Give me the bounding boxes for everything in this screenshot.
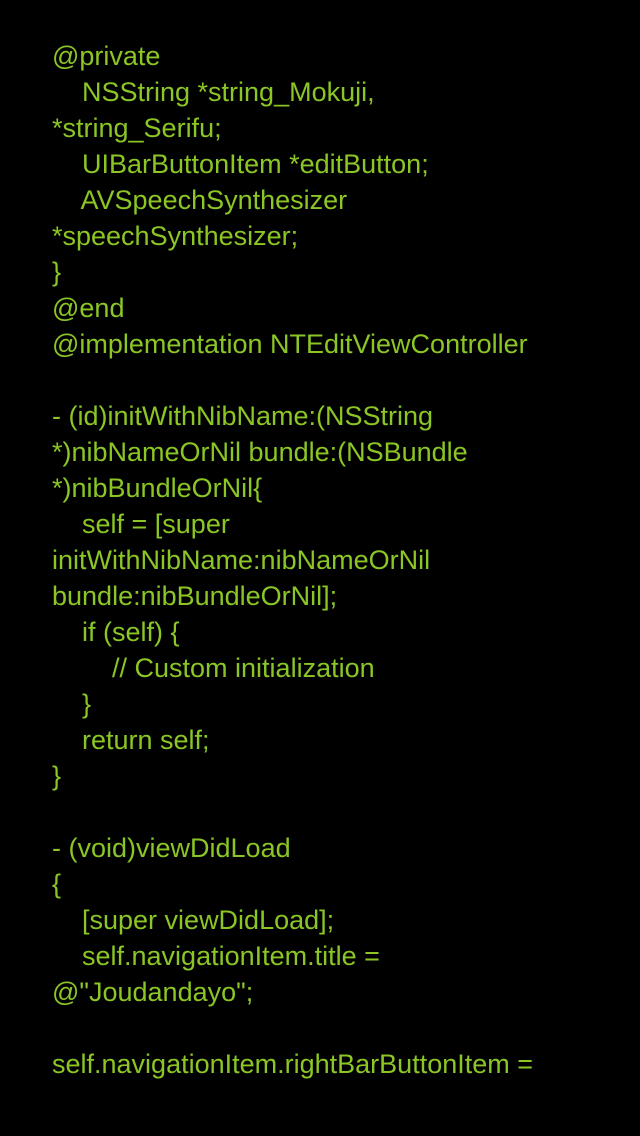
- code-line: @"Joudandayo";: [52, 977, 254, 1007]
- code-line: [super viewDidLoad];: [52, 905, 335, 935]
- code-line: }: [52, 761, 62, 791]
- code-line: *)nibNameOrNil bundle:(NSBundle: [52, 437, 468, 467]
- code-line: // Custom initialization: [52, 653, 375, 683]
- code-line: *speechSynthesizer;: [52, 221, 299, 251]
- code-line: return self;: [52, 725, 210, 755]
- code-line: - (void)viewDidLoad: [52, 833, 291, 863]
- code-line: if (self) {: [52, 617, 180, 647]
- screen: @private NSString *string_Mokuji, *strin…: [0, 0, 640, 1136]
- code-line: UIBarButtonItem *editButton;: [52, 149, 429, 179]
- code-line: @end: [52, 293, 125, 323]
- code-line: self.navigationItem.rightBarButtonItem =: [52, 1049, 534, 1079]
- code-line: {: [52, 869, 62, 899]
- code-text-view[interactable]: @private NSString *string_Mokuji, *strin…: [52, 38, 622, 1082]
- code-line: @implementation NTEditViewController: [52, 329, 528, 359]
- code-line: bundle:nibBundleOrNil];: [52, 581, 338, 611]
- code-line: @private: [52, 41, 161, 71]
- code-line: }: [52, 689, 92, 719]
- code-line: AVSpeechSynthesizer: [52, 185, 348, 215]
- code-line: - (id)initWithNibName:(NSString: [52, 401, 434, 431]
- code-line: initWithNibName:nibNameOrNil: [52, 545, 431, 575]
- code-line: NSString *string_Mokuji,: [52, 77, 375, 107]
- code-line: self.navigationItem.title =: [52, 941, 380, 971]
- code-line: *)nibBundleOrNil{: [52, 473, 263, 503]
- code-line: self = [super: [52, 509, 230, 539]
- code-line: *string_Serifu;: [52, 113, 222, 143]
- code-line: }: [52, 257, 62, 287]
